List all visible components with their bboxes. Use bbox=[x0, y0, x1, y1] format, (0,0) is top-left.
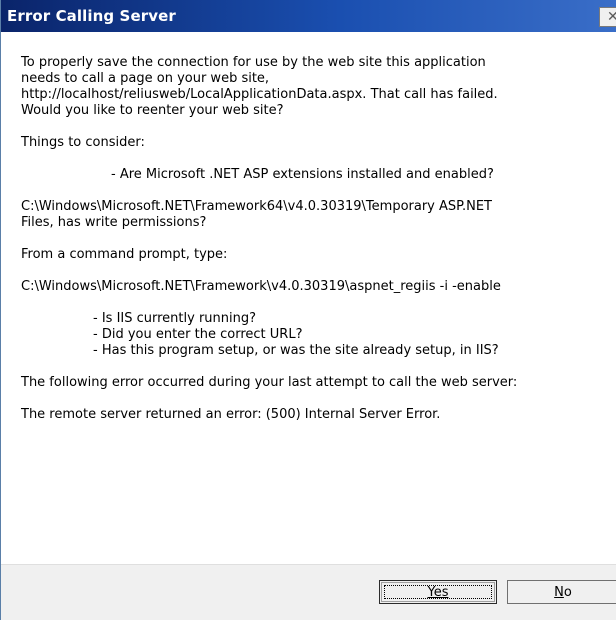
button-bar: Yes No bbox=[1, 564, 616, 620]
checklist-item: - Has this program setup, or was the sit… bbox=[93, 343, 499, 358]
no-button[interactable]: No bbox=[507, 580, 616, 604]
command-text: C:\Windows\Microsoft.NET\Framework\v4.0.… bbox=[21, 279, 501, 294]
dialog-title: Error Calling Server bbox=[7, 7, 176, 25]
error-intro: The following error occurred during your… bbox=[21, 375, 518, 390]
intro-text: To properly save the connection for use … bbox=[21, 55, 498, 118]
error-dialog: Error Calling Server ✕ To properly save … bbox=[0, 0, 616, 620]
error-detail: The remote server returned an error: (50… bbox=[21, 407, 441, 422]
close-icon: ✕ bbox=[607, 9, 616, 25]
focus-rectangle bbox=[384, 585, 492, 599]
temp-path-text: C:\Windows\Microsoft.NET\Framework64\v4.… bbox=[21, 199, 492, 230]
checklist-item: - Is IIS currently running? bbox=[93, 311, 257, 326]
check-aspnet: - Are Microsoft .NET ASP extensions inst… bbox=[111, 167, 494, 182]
checklist-item: - Did you enter the correct URL? bbox=[93, 327, 303, 342]
no-button-label: No bbox=[554, 584, 572, 600]
title-bar[interactable]: Error Calling Server ✕ bbox=[1, 0, 616, 32]
message-body: To properly save the connection for use … bbox=[21, 55, 611, 423]
close-button[interactable]: ✕ bbox=[599, 7, 616, 27]
yes-button[interactable]: Yes bbox=[379, 580, 497, 604]
command-prompt-text: From a command prompt, type: bbox=[21, 247, 228, 262]
consider-heading: Things to consider: bbox=[21, 135, 145, 150]
